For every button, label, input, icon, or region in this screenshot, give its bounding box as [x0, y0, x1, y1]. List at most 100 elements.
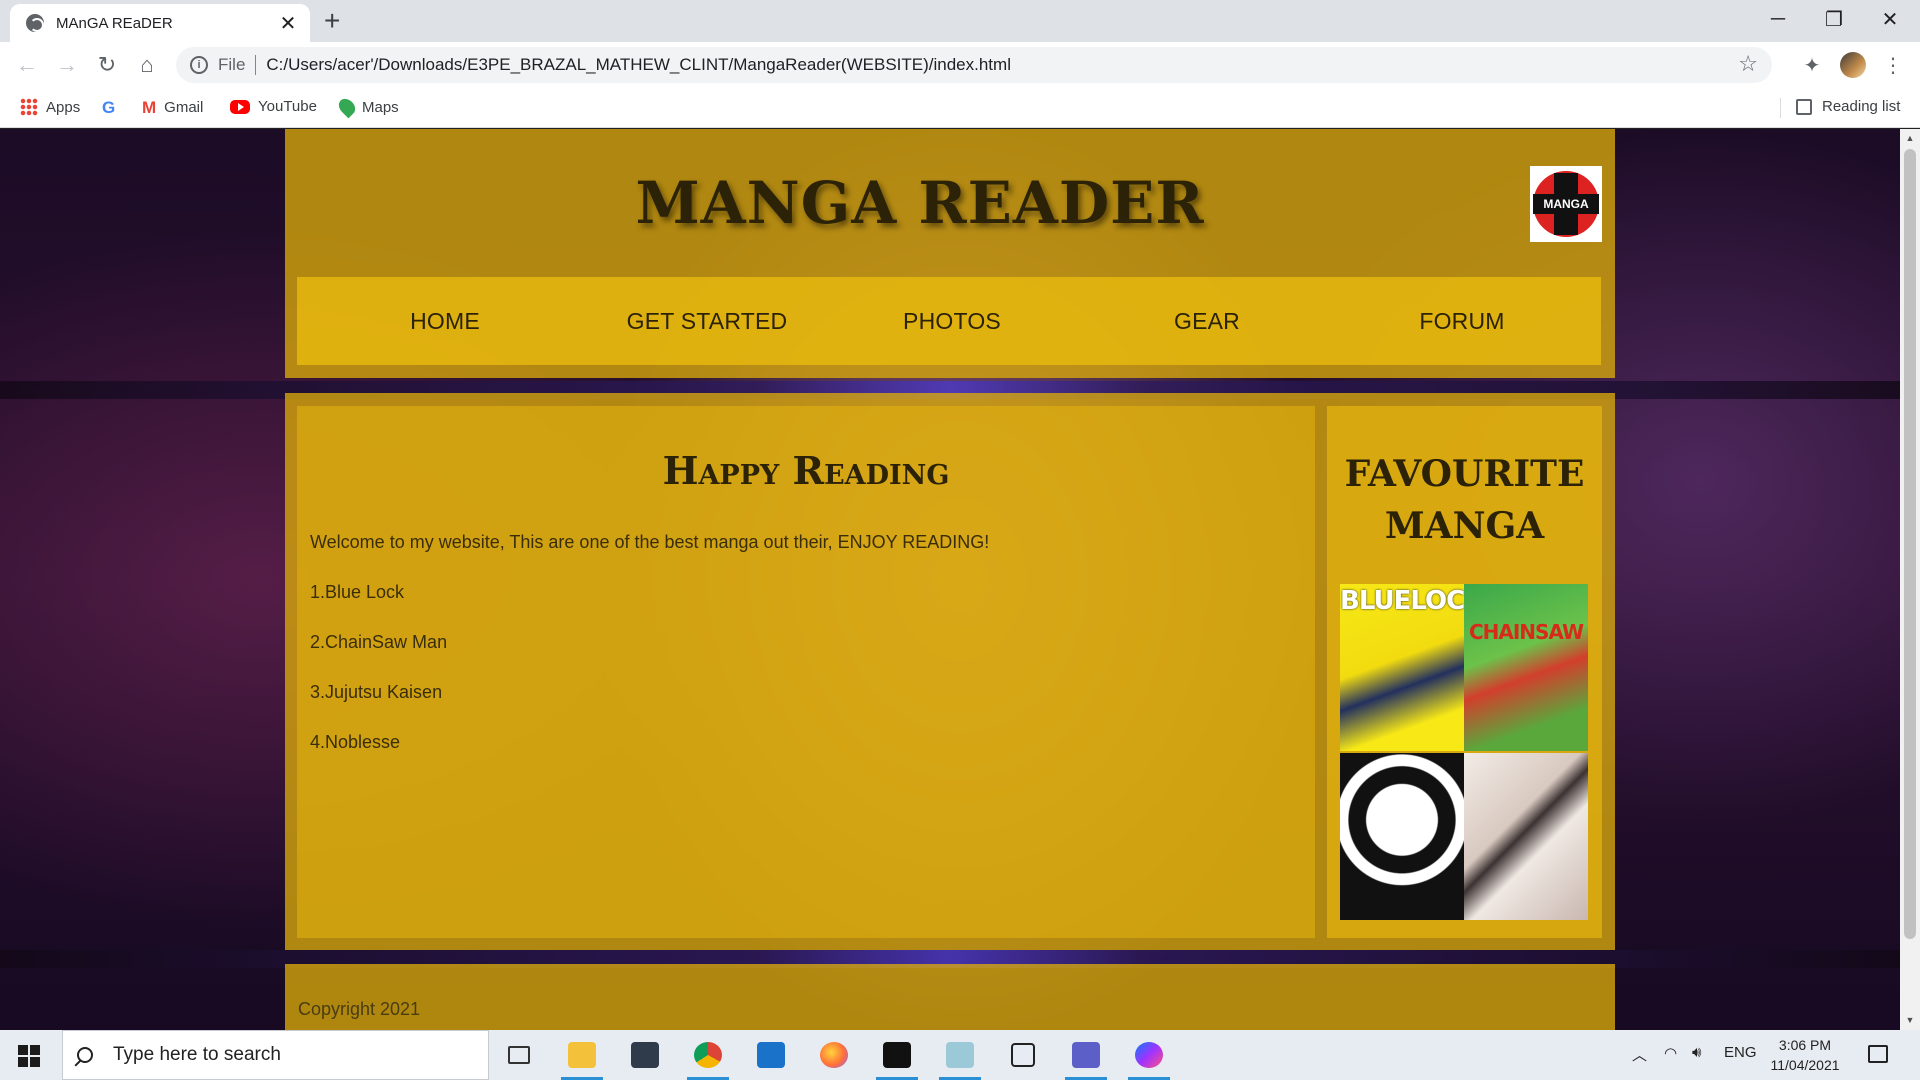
- address-bar[interactable]: i File C:/Users/acer'/Downloads/E3PE_BRA…: [176, 47, 1772, 83]
- cover-title: CHAINSAW: [1468, 620, 1584, 644]
- nav-photos[interactable]: PHOTOS: [862, 277, 1042, 365]
- close-tab-icon[interactable]: ✕: [278, 11, 298, 36]
- info-icon[interactable]: i: [190, 56, 208, 74]
- manga-logo[interactable]: MANGA: [1530, 166, 1602, 242]
- notifications-icon[interactable]: [1868, 1045, 1888, 1063]
- task-view-icon[interactable]: [494, 1030, 544, 1080]
- logo-text: MANGA: [1533, 194, 1599, 214]
- scroll-down-icon[interactable]: ▼: [1900, 1015, 1920, 1025]
- bookmark-label: Maps: [362, 98, 399, 116]
- main-nav: HOME GET STARTED PHOTOS GEAR FORUM: [297, 277, 1601, 365]
- favourite-sidebar: FAVOURITE MANGA BLUELOCK CHAINSAW: [1327, 406, 1602, 938]
- avatar: [1840, 52, 1866, 78]
- language-indicator[interactable]: ENG: [1724, 1044, 1757, 1061]
- copyright-text: Copyright 2021: [298, 999, 421, 1019]
- google-icon: G: [102, 98, 116, 117]
- forward-arrow-icon[interactable]: →: [52, 50, 82, 80]
- manga-cover-blue-lock[interactable]: BLUELOCK: [1340, 584, 1464, 751]
- nav-forum[interactable]: FORUM: [1372, 277, 1552, 365]
- new-tab-button[interactable]: +: [324, 6, 340, 36]
- bookmark-label: Apps: [46, 98, 81, 116]
- main-heading: Happy Reading: [662, 448, 950, 493]
- profile-avatar[interactable]: [1838, 50, 1868, 80]
- scroll-up-icon[interactable]: ▲: [1900, 133, 1920, 143]
- bookmark-maps[interactable]: Maps: [335, 95, 399, 119]
- sidebar-heading-line: FAVOURITE: [1344, 453, 1585, 495]
- manga-list-item: 3.Jujutsu Kaisen: [310, 682, 443, 702]
- notes-app-icon[interactable]: [935, 1030, 985, 1080]
- teams-icon[interactable]: [1061, 1030, 1111, 1080]
- taskbar-clock[interactable]: 3:06 PM 11/04/2021: [1760, 1035, 1850, 1075]
- bookmark-label: YouTube: [258, 98, 317, 115]
- bookmark-star-icon[interactable]: ☆: [1738, 51, 1758, 77]
- manga-list-item: 1.Blue Lock: [310, 582, 405, 602]
- page-viewport: MANGA READER MANGA HOME GET STARTED PHOT…: [0, 129, 1900, 1030]
- bookmark-apps[interactable]: Apps: [20, 98, 80, 116]
- minimize-icon[interactable]: ─: [1750, 0, 1806, 38]
- back-arrow-icon[interactable]: ←: [12, 50, 42, 80]
- home-icon[interactable]: ⌂: [132, 50, 162, 80]
- manga-cover-jujutsu-kaisen[interactable]: [1340, 753, 1464, 920]
- site-title: MANGA READER: [635, 169, 1205, 237]
- site-header: MANGA READER MANGA HOME GET STARTED PHOT…: [285, 129, 1615, 378]
- bookmarks-divider: [1780, 98, 1781, 118]
- manga-list-item: 2.ChainSaw Man: [310, 632, 448, 652]
- address-divider: [255, 55, 257, 75]
- close-window-icon[interactable]: ✕: [1862, 0, 1918, 38]
- mail-icon[interactable]: [746, 1030, 796, 1080]
- bookmark-youtube[interactable]: YouTube: [230, 98, 317, 115]
- browser-toolbar: ← → ↻ ⌂ i File C:/Users/acer'/Downloads/…: [0, 42, 1920, 88]
- tab-title: MAnGA REaDER: [56, 14, 173, 32]
- store-icon[interactable]: [620, 1030, 670, 1080]
- taskbar-search[interactable]: Type here to search: [62, 1030, 489, 1080]
- address-url[interactable]: C:/Users/acer'/Downloads/E3PE_BRAZAL_MAT…: [266, 55, 1011, 75]
- nav-get-started[interactable]: GET STARTED: [597, 277, 817, 365]
- welcome-text: Welcome to my website, This are one of t…: [310, 532, 990, 552]
- manga-list-item: 4.Noblesse: [310, 732, 401, 752]
- bookmark-google[interactable]: G: [102, 98, 123, 117]
- extensions-puzzle-icon[interactable]: ✦: [1797, 50, 1827, 80]
- tray-chevron-icon[interactable]: ︿: [1632, 1044, 1647, 1065]
- nav-gear[interactable]: GEAR: [1127, 277, 1287, 365]
- reading-list-icon: [1796, 98, 1812, 115]
- browser-tab-bar: MAnGA REaDER ✕ + ─ ❐ ✕: [0, 0, 1920, 42]
- scroll-thumb[interactable]: [1904, 149, 1916, 939]
- bookmark-gmail[interactable]: M Gmail: [142, 98, 204, 117]
- reload-icon[interactable]: ↻: [92, 50, 122, 80]
- bookmarks-bar: Apps G M Gmail YouTube Maps Reading list: [0, 88, 1920, 128]
- twitch-icon[interactable]: [998, 1030, 1048, 1080]
- address-scheme: File: [218, 55, 246, 74]
- globe-icon: [26, 14, 44, 32]
- reading-list-button[interactable]: Reading list: [1796, 98, 1900, 115]
- file-explorer-icon[interactable]: [557, 1030, 607, 1080]
- nav-home[interactable]: HOME: [365, 277, 525, 365]
- gmail-icon: M: [142, 98, 157, 117]
- main-article: Happy Reading Welcome to my website, Thi…: [297, 406, 1315, 938]
- volume-icon[interactable]: 🔊︎: [1692, 1044, 1701, 1061]
- maps-icon: [335, 95, 359, 119]
- sidebar-heading-line: MANGA: [1384, 505, 1545, 547]
- manga-cover-chainsaw-man[interactable]: CHAINSAW: [1464, 584, 1588, 751]
- windows-start-icon[interactable]: [18, 1045, 40, 1067]
- firefox-icon[interactable]: [809, 1030, 859, 1080]
- cover-title: BLUELOCK: [1340, 586, 1464, 616]
- notion-icon[interactable]: [872, 1030, 922, 1080]
- chrome-icon[interactable]: [683, 1030, 733, 1080]
- restore-icon[interactable]: ❐: [1806, 0, 1862, 38]
- apps-grid-icon: [20, 98, 38, 116]
- windows-taskbar: Type here to search ︿ ◠ 🔊︎ ENG 3:06 PM 1…: [0, 1030, 1920, 1080]
- bookmark-label: Gmail: [164, 98, 204, 116]
- youtube-icon: [230, 99, 250, 114]
- clock-time: 3:06 PM: [1778, 1037, 1832, 1053]
- clock-date: 11/04/2021: [1770, 1057, 1840, 1073]
- content-section: Happy Reading Welcome to my website, Thi…: [285, 393, 1615, 950]
- site-footer: Copyright 2021: [285, 964, 1615, 1030]
- browser-tab[interactable]: MAnGA REaDER ✕: [10, 4, 310, 42]
- logo-emblem-icon: MANGA: [1533, 171, 1599, 237]
- search-placeholder: Type here to search: [113, 1044, 281, 1065]
- messenger-icon[interactable]: [1124, 1030, 1174, 1080]
- wifi-icon[interactable]: ◠: [1664, 1044, 1677, 1062]
- manga-cover-noblesse[interactable]: [1464, 753, 1588, 920]
- page-scrollbar[interactable]: ▲ ▼: [1900, 129, 1920, 1030]
- browser-menu-icon[interactable]: ⋮: [1878, 50, 1908, 80]
